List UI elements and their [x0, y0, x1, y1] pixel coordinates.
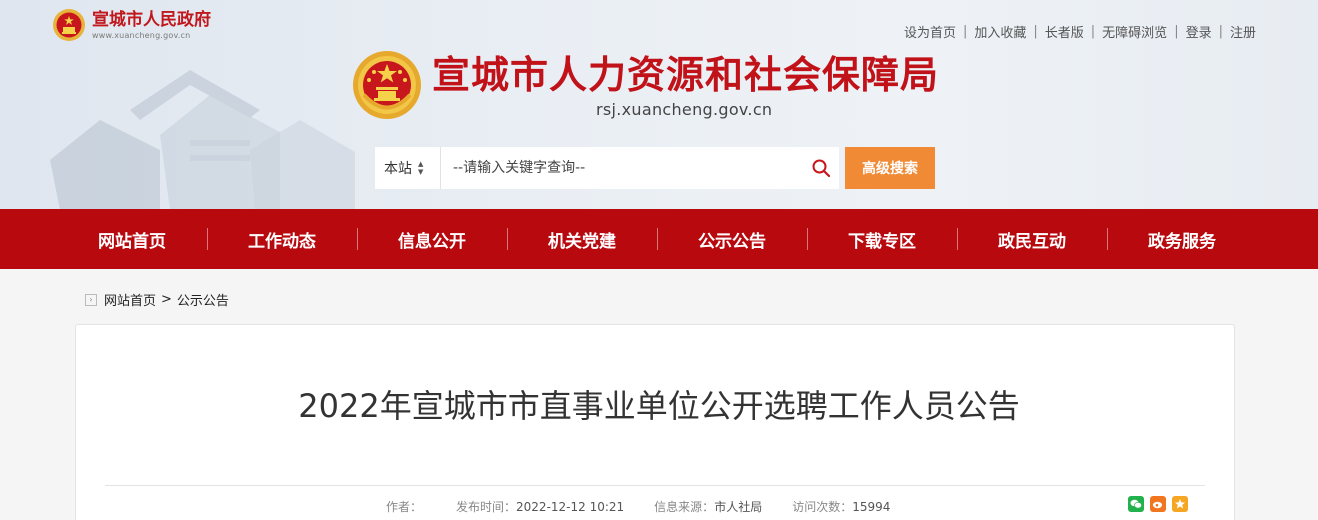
- breadcrumb-home[interactable]: 网站首页: [104, 290, 156, 309]
- meta-source: 信息来源：市人社局: [654, 498, 762, 515]
- meta-time-label: 发布时间：: [456, 500, 517, 514]
- link-separator: |: [1218, 24, 1223, 39]
- search-bar: 本站 ▲ ▼: [375, 147, 839, 189]
- elderly-version-link[interactable]: 长者版: [1045, 22, 1084, 41]
- sort-arrows-icon: ▲ ▼: [418, 160, 424, 176]
- link-separator: |: [962, 24, 968, 39]
- nav-item-info-disclosure[interactable]: 信息公开: [357, 209, 507, 269]
- national-emblem-logo-icon[interactable]: [352, 50, 422, 120]
- gov-url: www.xuancheng.gov.cn: [92, 31, 191, 40]
- nav-item-interaction[interactable]: 政民互动: [957, 209, 1107, 269]
- nav-item-services[interactable]: 政务服务: [1107, 209, 1257, 269]
- nav-item-downloads[interactable]: 下载专区: [807, 209, 957, 269]
- weibo-icon[interactable]: [1150, 496, 1166, 512]
- article-title: 2022年宣城市市直事业单位公开选聘工作人员公告: [298, 387, 1020, 425]
- wechat-icon[interactable]: [1128, 496, 1144, 512]
- search-input[interactable]: [441, 148, 803, 188]
- share-buttons: [1128, 496, 1194, 512]
- search-icon[interactable]: [803, 147, 839, 189]
- search-scope-select[interactable]: 本站 ▲ ▼: [375, 147, 441, 189]
- nav-item-party-building[interactable]: 机关党建: [507, 209, 657, 269]
- link-separator: |: [1090, 24, 1096, 39]
- login-link[interactable]: 登录: [1186, 22, 1212, 41]
- architecture-decoration: [50, 70, 355, 209]
- breadcrumb-arrow-icon: ›: [85, 293, 97, 306]
- meta-views-label: 访问次数：: [792, 500, 853, 514]
- favorite-icon[interactable]: [1172, 496, 1188, 512]
- nav-item-home[interactable]: 网站首页: [57, 209, 207, 269]
- meta-views-value: 15994: [852, 500, 891, 514]
- breadcrumb-separator: >: [161, 292, 172, 307]
- link-separator: |: [1174, 24, 1179, 39]
- site-title: 宣城市人力资源和社会保障局: [432, 52, 940, 97]
- national-emblem-icon: [53, 9, 85, 41]
- gov-name: 宣城市人民政府: [92, 10, 211, 30]
- advanced-search-button[interactable]: 高级搜索: [845, 147, 935, 189]
- site-header: 宣城市人民政府 www.xuancheng.gov.cn 设为首页 | 加入收藏 |…: [0, 0, 1318, 209]
- meta-source-label: 信息来源：: [654, 500, 715, 514]
- meta-source-value: 市人社局: [714, 500, 763, 514]
- search-scope-label: 本站: [384, 161, 412, 177]
- main-nav: 网站首页 工作动态 信息公开 机关党建 公示公告 下载专区 政民互动 政务服务: [0, 209, 1318, 269]
- meta-time-value: 2022-12-12 10:21: [516, 500, 625, 514]
- link-separator: |: [1033, 24, 1038, 39]
- meta-author: 作者：: [386, 498, 426, 515]
- gov-portal-link[interactable]: 宣城市人民政府 www.xuancheng.gov.cn: [52, 8, 211, 42]
- accessibility-link[interactable]: 无障碍浏览: [1102, 22, 1167, 41]
- article-meta: 作者： 发布时间：2022-12-12 10:21 信息来源：市人社局 访问次数…: [386, 498, 920, 515]
- register-link[interactable]: 注册: [1230, 22, 1256, 41]
- add-favorite-link[interactable]: 加入收藏: [974, 22, 1026, 41]
- nav-item-work-news[interactable]: 工作动态: [207, 209, 357, 269]
- gov-portal-text: 宣城市人民政府 www.xuancheng.gov.cn: [92, 9, 211, 41]
- site-url: rsj.xuancheng.gov.cn: [596, 100, 773, 119]
- meta-author-label: 作者：: [386, 500, 423, 514]
- top-links: 设为首页 | 加入收藏 | 长者版 | 无障碍浏览 | 登录 | 注册: [904, 22, 1256, 41]
- meta-time: 发布时间：2022-12-12 10:21: [456, 498, 624, 515]
- set-homepage-link[interactable]: 设为首页: [904, 22, 956, 41]
- nav-list: 网站首页 工作动态 信息公开 机关党建 公示公告 下载专区 政民互动 政务服务: [57, 209, 1257, 269]
- meta-views: 访问次数：15994: [792, 498, 890, 515]
- article-divider: [105, 485, 1205, 486]
- breadcrumb: › 网站首页 > 公示公告: [85, 290, 229, 309]
- nav-item-announcements[interactable]: 公示公告: [657, 209, 807, 269]
- breadcrumb-current[interactable]: 公示公告: [177, 290, 229, 309]
